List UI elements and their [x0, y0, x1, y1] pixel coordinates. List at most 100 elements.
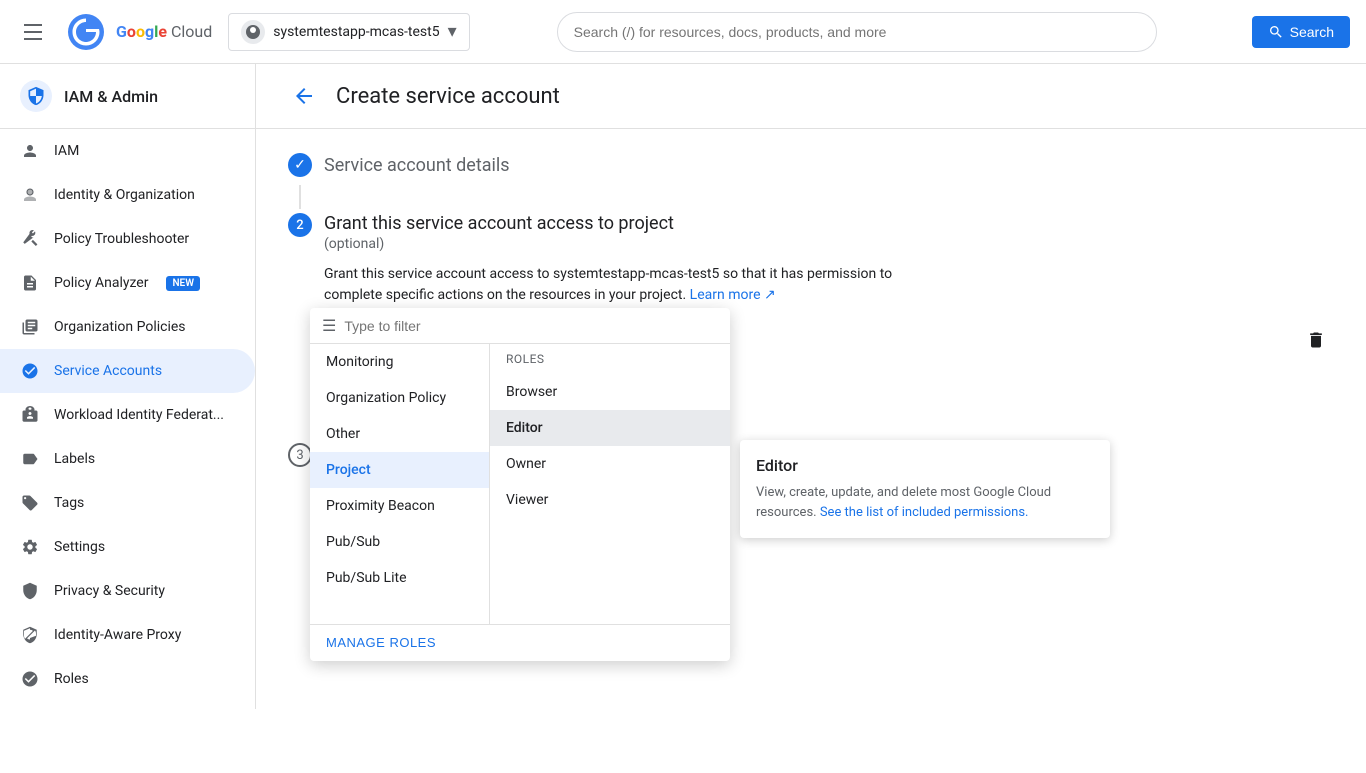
cat-item-proximity-beacon[interactable]: Proximity Beacon	[310, 488, 489, 524]
step3-number: 3	[288, 443, 312, 467]
identity-org-icon	[20, 185, 40, 205]
role-item-editor[interactable]: Editor	[490, 410, 730, 446]
filter-icon: ☰	[322, 316, 336, 335]
tooltip-title: Editor	[756, 456, 1094, 475]
step1-check-icon: ✓	[288, 153, 312, 177]
back-button[interactable]	[288, 80, 320, 112]
sidebar-item-roles[interactable]: Roles	[0, 657, 255, 701]
labels-icon	[20, 449, 40, 469]
filter-row: ☰	[310, 308, 730, 344]
roles-panel-header: Roles	[490, 344, 730, 374]
google-g-logo	[66, 12, 106, 52]
service-accounts-icon	[20, 361, 40, 381]
step-connector-line	[299, 185, 301, 209]
sidebar: IAM & Admin IAM Identity & Organization …	[0, 64, 256, 709]
tooltip-link[interactable]: See the list of included permissions.	[820, 505, 1029, 520]
sidebar-item-identity-org[interactable]: Identity & Organization	[0, 173, 255, 217]
sidebar-item-tags[interactable]: Tags	[0, 481, 255, 525]
search-label: Search	[1290, 24, 1334, 40]
sidebar-item-settings[interactable]: Settings	[0, 525, 255, 569]
topbar: Google Cloud systemtestapp-mcas-test5 ▾ …	[0, 0, 1366, 64]
search-bar	[557, 12, 1157, 52]
roles-panel: Roles Browser Editor Owner Viewer	[490, 344, 730, 624]
topbar-left: Google Cloud systemtestapp-mcas-test5 ▾	[16, 12, 470, 52]
categories-list: Monitoring Organization Policy Other Pro…	[310, 344, 490, 624]
privacy-security-icon	[20, 581, 40, 601]
sidebar-item-tags-label: Tags	[54, 495, 84, 511]
sidebar-item-org-policies[interactable]: Organization Policies	[0, 305, 255, 349]
tags-icon	[20, 493, 40, 513]
sidebar-item-iam-label: IAM	[54, 143, 79, 159]
project-selector[interactable]: systemtestapp-mcas-test5 ▾	[228, 13, 469, 51]
cat-item-pub-sub[interactable]: Pub/Sub	[310, 524, 489, 560]
step2-number: 2	[288, 213, 312, 237]
project-avatar	[241, 20, 265, 44]
iam-icon	[20, 141, 40, 161]
cat-item-monitoring[interactable]: Monitoring	[310, 344, 489, 380]
search-button[interactable]: Search	[1252, 16, 1350, 48]
org-policies-icon	[20, 317, 40, 337]
identity-aware-proxy-icon	[20, 625, 40, 645]
step1-label: Service account details	[324, 155, 510, 176]
sidebar-item-workload-identity-label: Workload Identity Federat...	[54, 407, 224, 423]
sidebar-item-service-accounts-label: Service Accounts	[54, 363, 162, 379]
sidebar-item-audit-logs[interactable]: Audit Logs	[0, 701, 255, 709]
cat-item-project[interactable]: Project	[310, 452, 489, 488]
google-cloud-logo[interactable]: Google Cloud	[66, 12, 212, 52]
cat-item-other[interactable]: Other	[310, 416, 489, 452]
page-title: Create service account	[336, 84, 560, 109]
learn-more-link[interactable]: Learn more ↗	[690, 287, 776, 303]
step2-optional: (optional)	[324, 236, 1334, 252]
sidebar-item-labels-label: Labels	[54, 451, 95, 467]
sidebar-item-identity-aware-proxy-label: Identity-Aware Proxy	[54, 627, 181, 643]
sidebar-item-policy-analyzer[interactable]: Policy Analyzer NEW	[0, 261, 255, 305]
roles-icon	[20, 669, 40, 689]
project-dropdown-arrow: ▾	[448, 21, 457, 42]
search-icon	[1268, 24, 1284, 40]
filter-input[interactable]	[344, 318, 718, 334]
sidebar-item-iam[interactable]: IAM	[0, 129, 255, 173]
sidebar-item-privacy-security-label: Privacy & Security	[54, 583, 165, 599]
sidebar-item-identity-aware-proxy[interactable]: Identity-Aware Proxy	[0, 613, 255, 657]
search-input[interactable]	[574, 24, 1140, 40]
sidebar-item-privacy-security[interactable]: Privacy & Security	[0, 569, 255, 613]
editor-tooltip: Editor View, create, update, and delete …	[740, 440, 1110, 538]
sidebar-item-policy-troubleshooter-label: Policy Troubleshooter	[54, 231, 189, 247]
logo-text: Google Cloud	[116, 22, 212, 41]
logo-icon	[66, 12, 106, 52]
policy-analyzer-icon	[20, 273, 40, 293]
page-header: Create service account	[256, 64, 1366, 129]
step2-heading: Grant this service account access to pro…	[324, 213, 1334, 234]
cat-item-org-policy[interactable]: Organization Policy	[310, 380, 489, 416]
sidebar-item-policy-analyzer-label: Policy Analyzer	[54, 275, 148, 291]
hamburger-menu[interactable]	[16, 16, 50, 48]
dropdown-body: Monitoring Organization Policy Other Pro…	[310, 344, 730, 624]
policy-analyzer-badge: NEW	[166, 276, 200, 291]
role-item-browser[interactable]: Browser	[490, 374, 730, 410]
settings-icon	[20, 537, 40, 557]
workload-identity-icon	[20, 405, 40, 425]
role-item-owner[interactable]: Owner	[490, 446, 730, 482]
sidebar-item-service-accounts[interactable]: Service Accounts	[0, 349, 255, 393]
sidebar-header: IAM & Admin	[0, 64, 255, 129]
iam-admin-icon	[20, 80, 52, 112]
role-item-viewer[interactable]: Viewer	[490, 482, 730, 518]
role-dropdown: ☰ Monitoring Organization Policy Other P…	[310, 308, 730, 661]
manage-roles-button[interactable]: MANAGE ROLES	[326, 635, 436, 650]
step2-description: Grant this service account access to sys…	[324, 264, 924, 306]
sidebar-item-workload-identity[interactable]: Workload Identity Federat...	[0, 393, 255, 437]
sidebar-item-roles-label: Roles	[54, 671, 89, 687]
sidebar-item-org-policies-label: Organization Policies	[54, 319, 186, 335]
sidebar-title: IAM & Admin	[64, 87, 158, 106]
sidebar-item-policy-troubleshooter[interactable]: Policy Troubleshooter	[0, 217, 255, 261]
sidebar-item-identity-org-label: Identity & Organization	[54, 187, 195, 203]
project-name: systemtestapp-mcas-test5	[273, 24, 439, 40]
step1-header: ✓ Service account details	[288, 153, 1334, 177]
sidebar-item-labels[interactable]: Labels	[0, 437, 255, 481]
sidebar-item-settings-label: Settings	[54, 539, 105, 555]
dropdown-footer: MANAGE ROLES	[310, 624, 730, 661]
tooltip-description: View, create, update, and delete most Go…	[756, 483, 1094, 522]
policy-troubleshooter-icon	[20, 229, 40, 249]
cat-item-pub-sub-lite[interactable]: Pub/Sub Lite	[310, 560, 489, 596]
delete-role-button[interactable]	[1298, 322, 1334, 363]
